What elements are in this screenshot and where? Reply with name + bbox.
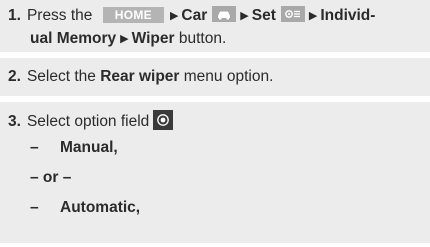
rear-wiper-label: Rear wiper [100, 68, 180, 85]
dash: – [30, 139, 39, 156]
or-separator: – or – [30, 169, 72, 186]
home-button: HOME [102, 7, 164, 23]
manual-label: Manual, [60, 139, 118, 156]
step-number: 2. [8, 68, 21, 85]
step-text: Press the [26, 7, 93, 24]
arrow-right-icon: ▶ [308, 10, 318, 22]
wiper-label: Wiper [131, 30, 175, 47]
set-label: Set [251, 7, 276, 24]
option-automatic: – Automatic, [8, 193, 422, 223]
dash: – [30, 199, 39, 216]
individual-label-part2: ual Memory [30, 30, 117, 47]
settings-toggle-icon [280, 6, 305, 22]
arrow-right-icon: ▶ [240, 10, 249, 22]
button-word: button. [178, 30, 227, 47]
option-manual: – Manual, [8, 133, 422, 163]
step-text-menu: menu option. [183, 68, 274, 85]
step-text: Select option field [26, 113, 150, 130]
automatic-label: Automatic, [60, 199, 141, 216]
step-number: 1. [8, 7, 21, 24]
step-number: 3. [8, 113, 21, 130]
step-2: 2. Select the Rear wiper menu option. [0, 58, 430, 96]
individual-label-part1: Individ- [320, 7, 376, 24]
step-3: 3. Select option field – Manual, – or – – A… [0, 102, 430, 243]
step-1: 1. Press the HOME ▶ Car ▶ Set ▶ Individ- ual Me… [0, 0, 430, 52]
car-label: Car [181, 7, 208, 24]
radio-option-icon [153, 110, 174, 130]
car-icon [212, 6, 237, 22]
arrow-right-icon: ▶ [169, 10, 179, 22]
arrow-right-icon: ▶ [120, 33, 129, 45]
step-text: Select the [26, 68, 96, 85]
